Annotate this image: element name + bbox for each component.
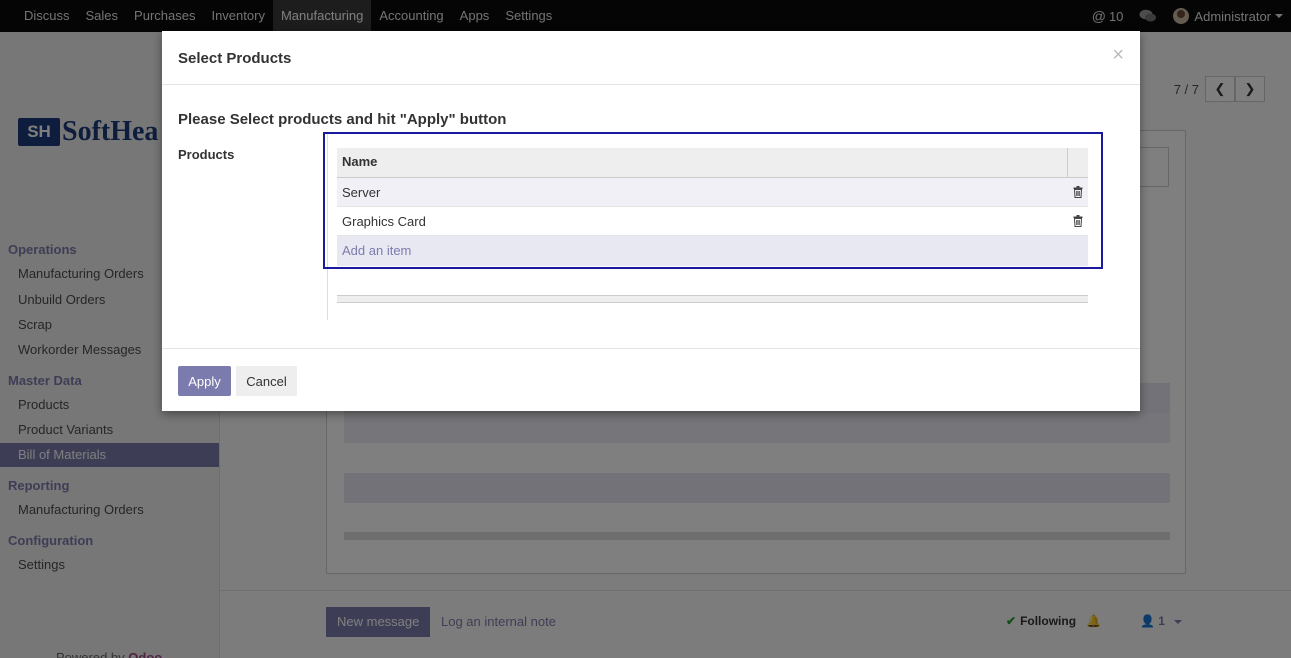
highlight-box bbox=[323, 132, 1103, 269]
cancel-button[interactable]: Cancel bbox=[236, 366, 297, 396]
modal-header: Select Products × bbox=[162, 31, 1140, 85]
select-products-dialog: Select Products × Please Select products… bbox=[162, 31, 1140, 411]
products-field-label: Products bbox=[178, 147, 235, 162]
instruction-heading: Please Select products and hit "Apply" b… bbox=[178, 111, 507, 128]
modal-title: Select Products bbox=[178, 50, 292, 67]
modal-footer: Apply Cancel bbox=[162, 348, 1140, 411]
close-icon[interactable]: × bbox=[1112, 45, 1124, 65]
table-footer bbox=[337, 295, 1088, 303]
apply-button[interactable]: Apply bbox=[178, 366, 231, 396]
